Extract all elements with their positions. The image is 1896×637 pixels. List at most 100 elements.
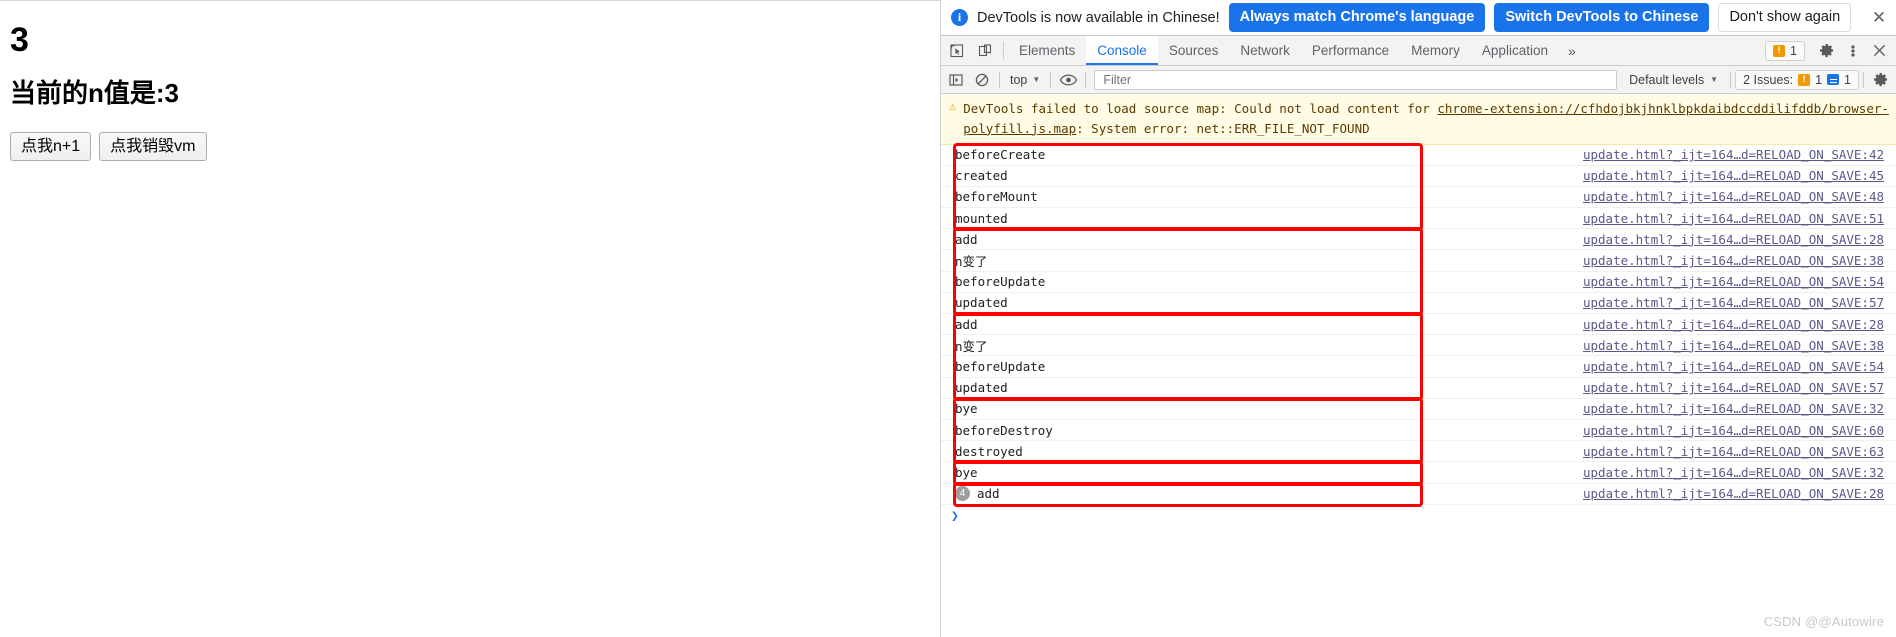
- tab-performance[interactable]: Performance: [1301, 36, 1400, 65]
- console-log-text: add: [955, 316, 978, 332]
- toolbar-divider: [1050, 71, 1052, 88]
- console-log-text: mounted: [955, 210, 1008, 226]
- tab-elements[interactable]: Elements: [1008, 36, 1086, 65]
- toolbar-divider: [1085, 71, 1087, 88]
- page-counter-heading: 3: [10, 21, 29, 59]
- tabbar-issues-badge[interactable]: ! 1: [1765, 40, 1805, 61]
- console-log-row[interactable]: mounted update.html?_ijt=164…d=RELOAD_ON_…: [941, 208, 1896, 230]
- tab-console[interactable]: Console: [1086, 36, 1158, 65]
- devtools-tabbar: Elements Console Sources Network Perform…: [941, 36, 1896, 66]
- console-log-row[interactable]: updated update.html?_ijt=164…d=RELOAD_ON_…: [941, 293, 1896, 314]
- destroy-vm-button[interactable]: 点我销毁vm: [99, 131, 207, 162]
- execution-context-selector[interactable]: top ▼: [1004, 73, 1046, 87]
- console-log-source-link[interactable]: update.html?_ijt=164…d=RELOAD_ON_SAVE:57: [1583, 295, 1896, 310]
- devtools-language-infobar: i DevTools is now available in Chinese! …: [941, 0, 1896, 36]
- console-log-row[interactable]: bye update.html?_ijt=164…d=RELOAD_ON_SAVE…: [941, 462, 1896, 484]
- console-log-source-link[interactable]: update.html?_ijt=164…d=RELOAD_ON_SAVE:45: [1583, 168, 1896, 183]
- console-log-text: bye: [955, 464, 978, 480]
- warning-icon: !: [1773, 44, 1786, 57]
- console-log-row[interactable]: beforeUpdate update.html?_ijt=164…d=RELOA…: [941, 356, 1896, 378]
- console-log-text: beforeUpdate: [955, 358, 1046, 374]
- log-level-selector[interactable]: Default levels ▼: [1621, 73, 1726, 87]
- gear-icon[interactable]: [1814, 38, 1840, 64]
- console-log-row[interactable]: n变了 update.html?_ijt=164…d=RELOAD_ON_SAVE…: [941, 335, 1896, 357]
- console-log-source-link[interactable]: update.html?_ijt=164…d=RELOAD_ON_SAVE:60: [1583, 423, 1896, 438]
- console-log-text: updated: [955, 295, 1008, 311]
- console-log-row[interactable]: beforeUpdate update.html?_ijt=164…d=RELOA…: [941, 272, 1896, 293]
- warning-text-suffix: : System error: net::ERR_FILE_NOT_FOUND: [1076, 120, 1370, 136]
- console-log-source-link[interactable]: update.html?_ijt=164…d=RELOAD_ON_SAVE:42: [1583, 147, 1896, 162]
- more-tabs-icon[interactable]: »: [1559, 36, 1585, 65]
- console-log-text: created: [955, 168, 1008, 184]
- warning-text-prefix: DevTools failed to load source map: Coul…: [963, 101, 1438, 116]
- console-log-row[interactable]: add update.html?_ijt=164…d=RELOAD_ON_SAVE…: [941, 314, 1896, 336]
- tab-network[interactable]: Network: [1229, 36, 1301, 65]
- clear-console-icon[interactable]: [969, 67, 995, 93]
- console-log-source-link[interactable]: update.html?_ijt=164…d=RELOAD_ON_SAVE:54: [1583, 359, 1896, 374]
- always-match-chrome-language-button[interactable]: Always match Chrome's language: [1228, 3, 1486, 32]
- console-log-source-link[interactable]: update.html?_ijt=164…d=RELOAD_ON_SAVE:48: [1583, 189, 1896, 204]
- console-filter-input[interactable]: [1094, 69, 1618, 90]
- console-log-text: destroyed: [955, 443, 1023, 459]
- console-log-text: updated: [955, 380, 1008, 396]
- tab-memory[interactable]: Memory: [1400, 36, 1471, 65]
- log-level-label: Default levels: [1629, 72, 1705, 87]
- device-toolbar-icon[interactable]: [971, 36, 999, 65]
- toolbar-divider: [1730, 71, 1732, 88]
- live-expression-eye-icon[interactable]: [1055, 67, 1081, 93]
- console-log-row[interactable]: beforeDestroy update.html?_ijt=164…d=RELO…: [941, 420, 1896, 442]
- issues-info-count: 1: [1844, 72, 1851, 87]
- console-prompt[interactable]: ❯: [941, 505, 1896, 529]
- more-options-icon[interactable]: [1840, 38, 1866, 64]
- console-log-row[interactable]: 4 add update.html?_ijt=164…d=RELOAD_ON_SAV…: [941, 484, 1896, 505]
- console-log-source-link[interactable]: update.html?_ijt=164…d=RELOAD_ON_SAVE:28: [1583, 486, 1896, 501]
- console-log-text: add: [977, 486, 1000, 502]
- chevron-down-icon: ▼: [1710, 75, 1719, 84]
- toolbar-divider: [1863, 71, 1864, 88]
- console-log-rows: beforeCreate update.html?_ijt=164…d=RELOA…: [941, 145, 1896, 505]
- console-log-source-link[interactable]: update.html?_ijt=164…d=RELOAD_ON_SAVE:38: [1583, 338, 1896, 353]
- console-log-source-link[interactable]: update.html?_ijt=164…d=RELOAD_ON_SAVE:32: [1583, 401, 1896, 416]
- console-log-source-link[interactable]: update.html?_ijt=164…d=RELOAD_ON_SAVE:54: [1583, 274, 1896, 289]
- watermark: CSDN @@Autowire: [1763, 614, 1884, 629]
- console-log-source-link[interactable]: update.html?_ijt=164…d=RELOAD_ON_SAVE:28: [1583, 317, 1896, 332]
- console-log-source-link[interactable]: update.html?_ijt=164…d=RELOAD_ON_SAVE:51: [1583, 211, 1896, 226]
- console-log-text: beforeCreate: [955, 147, 1046, 163]
- console-log-row[interactable]: beforeMount update.html?_ijt=164…d=RELOAD…: [941, 187, 1896, 209]
- tabbar-issue-count: 1: [1790, 43, 1797, 58]
- console-log-row[interactable]: destroyed update.html?_ijt=164…d=RELOAD_O…: [941, 441, 1896, 463]
- console-log-source-link[interactable]: update.html?_ijt=164…d=RELOAD_ON_SAVE:38: [1583, 253, 1896, 268]
- console-settings-gear-icon[interactable]: [1868, 67, 1894, 93]
- tab-application[interactable]: Application: [1471, 36, 1559, 65]
- console-toolbar: top ▼ Default levels ▼ 2 Issues: ! 1 1: [941, 66, 1896, 94]
- console-log-row[interactable]: updated update.html?_ijt=164…d=RELOAD_ON_…: [941, 378, 1896, 399]
- console-issues-badge[interactable]: 2 Issues: ! 1 1: [1735, 69, 1859, 90]
- page-n-value-heading: 当前的n值是:3: [10, 78, 180, 108]
- close-devtools-icon[interactable]: [1866, 38, 1892, 64]
- console-log-text: n变了: [955, 338, 988, 354]
- switch-devtools-to-chinese-button[interactable]: Switch DevTools to Chinese: [1494, 3, 1710, 32]
- page-button-group: 点我n+1 点我销毁vm: [10, 131, 930, 162]
- close-icon[interactable]: ✕: [1868, 7, 1890, 29]
- increment-button[interactable]: 点我n+1: [10, 131, 92, 162]
- infobar-message: DevTools is now available in Chinese!: [977, 9, 1220, 26]
- console-log-row[interactable]: n变了 update.html?_ijt=164…d=RELOAD_ON_SAVE…: [941, 250, 1896, 272]
- console-log-row[interactable]: add update.html?_ijt=164…d=RELOAD_ON_SAVE…: [941, 229, 1896, 251]
- console-message-list[interactable]: ⚠ DevTools failed to load source map: Co…: [941, 94, 1896, 637]
- inspect-element-icon[interactable]: [943, 36, 971, 65]
- console-sidebar-icon[interactable]: [943, 67, 969, 93]
- console-log-text: n变了: [955, 254, 988, 270]
- console-log-row[interactable]: bye update.html?_ijt=164…d=RELOAD_ON_SAVE…: [941, 399, 1896, 420]
- console-log-row[interactable]: beforeCreate update.html?_ijt=164…d=RELOA…: [941, 145, 1896, 166]
- warning-triangle-icon: ⚠: [949, 99, 957, 113]
- console-log-source-link[interactable]: update.html?_ijt=164…d=RELOAD_ON_SAVE:28: [1583, 232, 1896, 247]
- console-log-text: beforeDestroy: [955, 422, 1053, 438]
- console-log-text: bye: [955, 401, 978, 417]
- console-log-row[interactable]: created update.html?_ijt=164…d=RELOAD_ON_…: [941, 166, 1896, 187]
- dont-show-again-button[interactable]: Don't show again: [1718, 3, 1852, 32]
- console-log-source-link[interactable]: update.html?_ijt=164…d=RELOAD_ON_SAVE:57: [1583, 380, 1896, 395]
- console-log-source-link[interactable]: update.html?_ijt=164…d=RELOAD_ON_SAVE:32: [1583, 465, 1896, 480]
- console-log-text: add: [955, 231, 978, 247]
- console-log-source-link[interactable]: update.html?_ijt=164…d=RELOAD_ON_SAVE:63: [1583, 444, 1896, 459]
- tab-sources[interactable]: Sources: [1158, 36, 1230, 65]
